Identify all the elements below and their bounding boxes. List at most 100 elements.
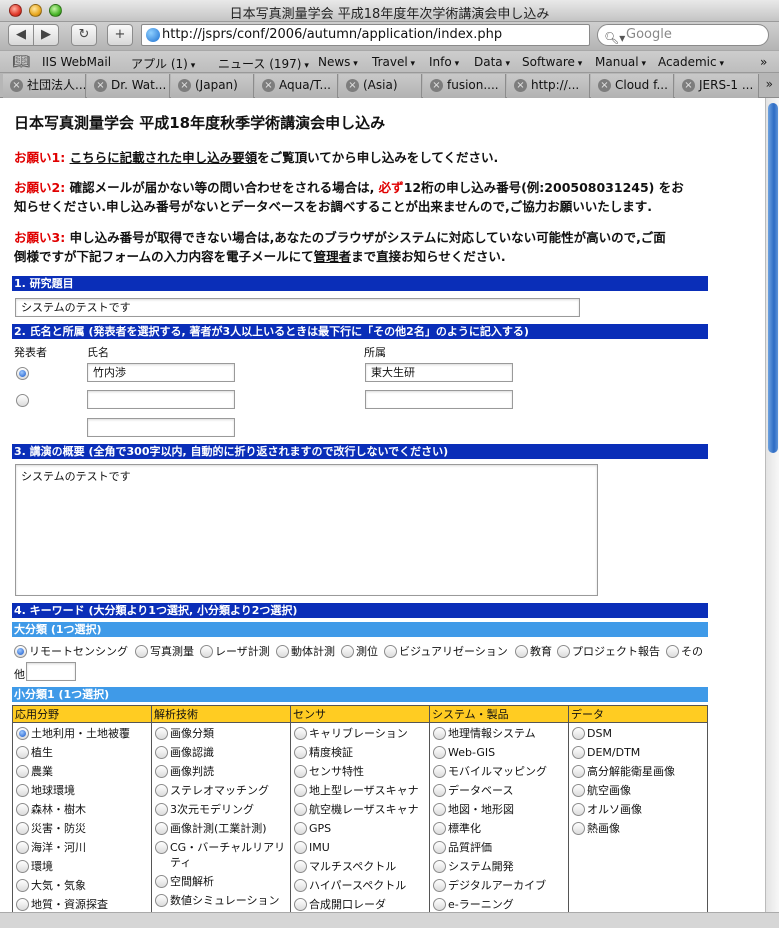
keyword-option[interactable]: 高分解能衛星画像: [569, 761, 707, 780]
radio-button[interactable]: [16, 765, 29, 778]
abstract-textarea[interactable]: システムのテストです: [15, 464, 598, 596]
major-option[interactable]: その: [666, 643, 703, 659]
radio-button[interactable]: [16, 841, 29, 854]
major-option[interactable]: 測位: [341, 643, 378, 659]
tab[interactable]: × Dr. Wat...: [87, 74, 170, 98]
radio-button[interactable]: [433, 765, 446, 778]
radio-button[interactable]: [433, 879, 446, 892]
radio-button[interactable]: [294, 879, 307, 892]
keyword-option[interactable]: 航空機レーザスキャナ: [291, 799, 429, 818]
radio-button[interactable]: [155, 803, 168, 816]
radio-button[interactable]: [515, 645, 528, 658]
tab[interactable]: × fusion....: [423, 74, 506, 98]
radio-button[interactable]: [384, 645, 397, 658]
keyword-option[interactable]: IMU: [291, 837, 429, 856]
keyword-option[interactable]: 画像計測(工業計測): [152, 818, 290, 837]
radio-button[interactable]: [294, 803, 307, 816]
author-name-input-2[interactable]: [87, 390, 235, 409]
keyword-option[interactable]: 大気・気象: [13, 875, 151, 894]
keyword-option[interactable]: 品質評価: [430, 837, 568, 856]
minimize-window-button[interactable]: [29, 4, 42, 17]
author-affiliation-input-1[interactable]: 東大生研: [365, 363, 513, 382]
radio-button[interactable]: [572, 765, 585, 778]
admin-link[interactable]: 管理者: [314, 249, 352, 264]
keyword-option[interactable]: 地質・資源探査: [13, 894, 151, 912]
keyword-option[interactable]: 森林・樹木: [13, 799, 151, 818]
radio-button[interactable]: [433, 822, 446, 835]
radio-button[interactable]: [341, 645, 354, 658]
tab[interactable]: × 社団法人...: [3, 74, 86, 98]
bookmark-folder[interactable]: Software: [522, 55, 582, 69]
keyword-option[interactable]: e-ラーニング: [430, 894, 568, 912]
tab-close-icon[interactable]: ×: [514, 79, 527, 92]
keyword-option[interactable]: 画像分類: [152, 723, 290, 742]
radio-button[interactable]: [155, 784, 168, 797]
radio-button[interactable]: [294, 841, 307, 854]
radio-button[interactable]: [155, 875, 168, 888]
radio-button[interactable]: [16, 860, 29, 873]
keyword-option[interactable]: ステレオマッチング: [152, 780, 290, 799]
radio-button[interactable]: [200, 645, 213, 658]
reload-button[interactable]: ↻: [71, 24, 97, 46]
author-affiliation-input-2[interactable]: [365, 390, 513, 409]
keyword-option[interactable]: センサ特性: [291, 761, 429, 780]
radio-button[interactable]: [14, 645, 27, 658]
tab[interactable]: × Cloud f...: [591, 74, 674, 98]
bookmark-folder[interactable]: アプル (1): [131, 55, 195, 72]
keyword-option[interactable]: オルソ画像: [569, 799, 707, 818]
bookmarks-book-icon[interactable]: 📖︎: [12, 54, 30, 70]
research-title-input[interactable]: システムのテストです: [15, 298, 580, 317]
keyword-option[interactable]: GPS: [291, 818, 429, 837]
radio-button[interactable]: [155, 727, 168, 740]
radio-button[interactable]: [294, 822, 307, 835]
keyword-option[interactable]: 植生: [13, 742, 151, 761]
keyword-option[interactable]: デジタルアーカイブ: [430, 875, 568, 894]
major-option[interactable]: ビジュアリゼーション: [384, 643, 508, 659]
radio-button[interactable]: [294, 765, 307, 778]
keyword-option[interactable]: モバイルマッピング: [430, 761, 568, 780]
radio-button[interactable]: [572, 727, 585, 740]
keyword-option[interactable]: CG・バーチャルリアリティ: [152, 837, 290, 871]
radio-button[interactable]: [16, 803, 29, 816]
major-option[interactable]: 教育: [515, 643, 552, 659]
bookmark-folder[interactable]: News: [318, 55, 358, 69]
bookmark-folder[interactable]: Data: [474, 55, 510, 69]
radio-button[interactable]: [16, 784, 29, 797]
keyword-option[interactable]: 精度検証: [291, 742, 429, 761]
keyword-option[interactable]: DSM: [569, 723, 707, 742]
keyword-option[interactable]: Web-GIS: [430, 742, 568, 761]
bookmark-folder[interactable]: Academic: [658, 55, 724, 69]
keyword-option[interactable]: 海洋・河川: [13, 837, 151, 856]
radio-button[interactable]: [433, 898, 446, 911]
back-button[interactable]: ◀: [8, 24, 34, 46]
radio-button[interactable]: [16, 879, 29, 892]
radio-button[interactable]: [155, 841, 168, 854]
search-input[interactable]: 🔍︎▾ Google: [597, 24, 769, 46]
radio-button[interactable]: [294, 746, 307, 759]
bookmark-folder[interactable]: Manual: [595, 55, 646, 69]
tab-close-icon[interactable]: ×: [178, 79, 191, 92]
radio-button[interactable]: [572, 784, 585, 797]
radio-button[interactable]: [572, 822, 585, 835]
address-bar[interactable]: http://jsprs/conf/2006/autumn/applicatio…: [141, 24, 590, 46]
keyword-option[interactable]: 画像判読: [152, 761, 290, 780]
major-option[interactable]: プロジェクト報告: [557, 643, 660, 659]
radio-button[interactable]: [16, 822, 29, 835]
bookmark-folder[interactable]: ニュース (197): [218, 55, 309, 72]
forward-button[interactable]: ▶: [33, 24, 59, 46]
keyword-option[interactable]: DEM/DTM: [569, 742, 707, 761]
keyword-option[interactable]: マルチスペクトル: [291, 856, 429, 875]
keyword-option[interactable]: 災害・防災: [13, 818, 151, 837]
radio-button[interactable]: [666, 645, 679, 658]
presenter-radio-2[interactable]: [16, 394, 29, 407]
keyword-option[interactable]: 地上型レーザスキャナ: [291, 780, 429, 799]
bookmarks-overflow-icon[interactable]: »: [760, 55, 767, 69]
radio-button[interactable]: [16, 746, 29, 759]
tab-close-icon[interactable]: ×: [94, 79, 107, 92]
keyword-option[interactable]: 地図・地形図: [430, 799, 568, 818]
keyword-option[interactable]: 土地利用・土地被覆: [13, 723, 151, 742]
radio-button[interactable]: [433, 746, 446, 759]
radio-button[interactable]: [155, 822, 168, 835]
keyword-option[interactable]: 環境: [13, 856, 151, 875]
radio-button[interactable]: [433, 841, 446, 854]
